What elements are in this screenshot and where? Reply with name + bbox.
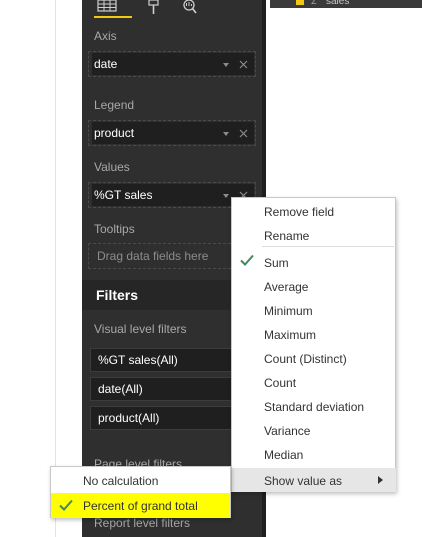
filter-card[interactable]: product(All) [90, 406, 238, 430]
tooltips-placeholder: Drag data fields here [97, 249, 209, 263]
submenu-item-percent-of-grand-total[interactable]: Percent of grand total [83, 499, 198, 513]
menu-item-variance[interactable]: Variance [264, 424, 310, 438]
report-level-filters-label: Report level filters [94, 516, 191, 530]
filter-card[interactable]: %GT sales(All) [90, 348, 238, 372]
menu-item-maximum[interactable]: Maximum [264, 328, 316, 342]
menu-item-standard-deviation[interactable]: Standard deviation [264, 400, 364, 414]
menu-item-sum[interactable]: Sum [264, 256, 289, 270]
menu-item-show-value-as[interactable]: Show value as [264, 474, 342, 488]
tooltips-label: Tooltips [94, 222, 135, 236]
axis-field-pill[interactable]: date [92, 53, 254, 75]
show-value-as-submenu: No calculation Percent of grand total [50, 466, 231, 518]
chevron-down-icon[interactable] [222, 130, 230, 138]
filter-card-label: product(All) [98, 411, 160, 425]
fields-tab-icon[interactable] [96, 0, 118, 15]
menu-item-count-distinct[interactable]: Count (Distinct) [264, 352, 347, 366]
checkmark-icon [59, 499, 73, 511]
filter-card[interactable]: date(All) [90, 377, 238, 401]
visual-field-label: sales [326, 0, 350, 7]
close-icon[interactable] [239, 129, 248, 138]
filters-title: Filters [96, 287, 139, 303]
legend-field-pill[interactable]: product [92, 122, 254, 144]
submenu-arrow-icon [378, 476, 383, 484]
legend-label: Legend [94, 98, 135, 112]
sigma-icon: Σ [311, 0, 317, 6]
chevron-down-icon[interactable] [222, 192, 230, 200]
menu-item-average[interactable]: Average [264, 280, 308, 294]
menu-item-rename[interactable]: Rename [264, 229, 309, 243]
format-roller-icon[interactable] [144, 0, 166, 15]
menu-item-count[interactable]: Count [264, 376, 296, 390]
legend-field-name: product [94, 126, 135, 140]
analytics-magnifier-icon[interactable] [180, 0, 202, 15]
axis-field-name: date [94, 57, 118, 71]
menu-item-minimum[interactable]: Minimum [264, 304, 313, 318]
menu-item-remove-field[interactable]: Remove field [264, 205, 334, 219]
menu-item-median[interactable]: Median [264, 448, 303, 462]
close-icon[interactable] [239, 60, 248, 69]
axis-label: Axis [94, 29, 117, 43]
values-label: Values [94, 160, 130, 174]
field-checkbox-icon[interactable] [296, 0, 304, 5]
visual-level-filters-label: Visual level filters [94, 322, 187, 336]
values-field-name: %GT sales [94, 188, 153, 202]
filter-card-label: date(All) [98, 382, 143, 396]
field-context-menu: Remove field Rename Sum Average Minimum … [231, 197, 396, 492]
checkmark-icon [240, 254, 254, 266]
menu-separator [262, 246, 394, 247]
report-canvas-margin [0, 0, 56, 537]
report-editor: Σ sales Axis date Legend product Values … [0, 0, 422, 537]
filter-card-label: %GT sales(All) [98, 353, 178, 367]
active-tab-indicator [94, 16, 132, 18]
values-field-pill[interactable]: %GT sales [92, 184, 254, 206]
submenu-item-no-calculation[interactable]: No calculation [83, 474, 158, 488]
chevron-down-icon[interactable] [222, 61, 230, 69]
